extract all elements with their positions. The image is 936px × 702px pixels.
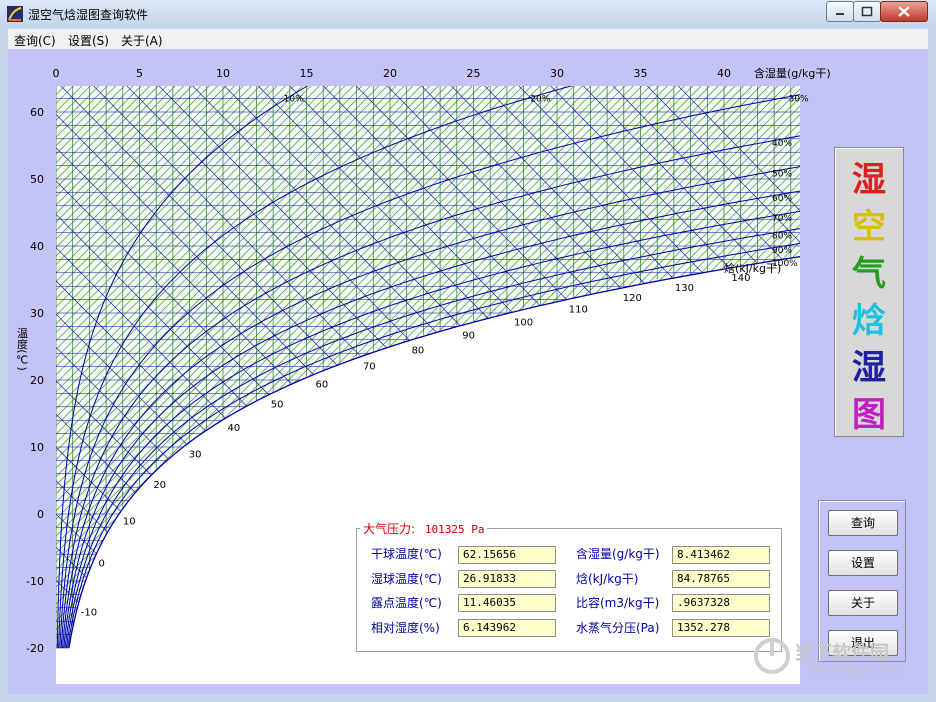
pressure-readout: 大气压力: 101325 Pa bbox=[360, 520, 488, 537]
rh-curve-label: 20% bbox=[530, 94, 550, 104]
menu-query[interactable]: 查询(C) bbox=[14, 32, 56, 49]
y-tick-label: 10 bbox=[30, 441, 44, 454]
relative-humidity-label: 相对湿度(%) bbox=[371, 621, 440, 635]
dew-point-value[interactable]: 11.46035 bbox=[458, 594, 556, 612]
x-tick-label: 25 bbox=[467, 67, 481, 80]
enthalpy-tick-label: 20 bbox=[153, 480, 166, 491]
enthalpy-tick-label: 0 bbox=[99, 559, 105, 570]
x-tick-label: 0 bbox=[53, 67, 60, 80]
logo-char-6: 图 bbox=[852, 395, 886, 435]
enthalpy-tick-label: 30 bbox=[189, 449, 202, 460]
rh-curve-label: 60% bbox=[772, 194, 792, 204]
settings-button[interactable]: 设置 bbox=[828, 550, 898, 576]
y-axis-label: 温度(℃) bbox=[16, 327, 29, 371]
y-tick-label: 40 bbox=[30, 240, 44, 253]
watermark-url: www.downxia.com bbox=[808, 665, 902, 676]
vapor-pressure-label: 水蒸气分压(Pa) bbox=[576, 621, 660, 635]
rh-curve-label: 30% bbox=[789, 94, 809, 104]
specific-volume-label: 比容(m3/kg干) bbox=[576, 596, 660, 610]
logo-char-1: 湿 bbox=[852, 160, 886, 200]
logo-char-3: 气 bbox=[852, 254, 886, 294]
maximize-icon bbox=[861, 6, 873, 17]
wet-bulb-value[interactable]: 26.91833 bbox=[458, 570, 556, 588]
enthalpy-value[interactable]: 84.78765 bbox=[672, 570, 770, 588]
logo-char-5: 湿 bbox=[852, 348, 886, 388]
x-axis-label: 含湿量(g/kg干) bbox=[754, 66, 831, 80]
rh-curve-label: 10% bbox=[284, 94, 304, 104]
logo-char-2: 空 bbox=[852, 207, 886, 247]
humidity-ratio-label: 含湿量(g/kg干) bbox=[576, 547, 660, 561]
enthalpy-tick-label: 70 bbox=[363, 362, 376, 373]
logo-char-4: 焓 bbox=[852, 301, 886, 341]
app-icon bbox=[7, 6, 23, 22]
minimize-button[interactable] bbox=[826, 1, 854, 22]
query-button[interactable]: 查询 bbox=[828, 510, 898, 536]
dry-bulb-label: 干球温度(℃) bbox=[371, 547, 442, 561]
rh-curve-label: 80% bbox=[772, 231, 792, 241]
x-tick-label: 5 bbox=[136, 67, 143, 80]
y-tick-label: 50 bbox=[30, 173, 44, 186]
relative-humidity-value[interactable]: 6.143962 bbox=[458, 619, 556, 637]
menu-about[interactable]: 关于(A) bbox=[121, 32, 163, 49]
enthalpy-tick-label: 40 bbox=[227, 423, 240, 434]
enthalpy-tick-label: 120 bbox=[623, 293, 642, 304]
enthalpy-tick-label: 90 bbox=[462, 331, 475, 342]
app-window: 湿空气焓湿图查询软件 查询(C) 设置(S) 关于(A) -10 0 10 20… bbox=[0, 0, 936, 702]
y-tick-label: 0 bbox=[37, 508, 44, 521]
y-tick-label: 20 bbox=[30, 374, 44, 387]
enthalpy-tick-label: 50 bbox=[271, 400, 284, 411]
x-tick-label: 40 bbox=[717, 67, 731, 80]
pressure-value: 101325 Pa bbox=[424, 523, 485, 536]
enthalpy-tick-label: 110 bbox=[569, 305, 588, 316]
y-tick-label: 30 bbox=[30, 307, 44, 320]
menu-bar: 查询(C) 设置(S) 关于(A) bbox=[8, 29, 928, 49]
enthalpy-axis-label: 焓(kJ/kg干) bbox=[724, 261, 781, 275]
watermark-text: 当下软件园 bbox=[794, 642, 890, 664]
logo-panel: 湿 空 气 焓 湿 图 bbox=[834, 147, 904, 437]
window-title: 湿空气焓湿图查询软件 bbox=[28, 8, 149, 22]
x-tick-label: 15 bbox=[300, 67, 314, 80]
minimize-icon bbox=[836, 13, 844, 15]
x-tick-label: 10 bbox=[216, 67, 230, 80]
x-tick-label: 20 bbox=[383, 67, 397, 80]
rh-curve-label: 90% bbox=[772, 246, 792, 256]
y-tick-label: -10 bbox=[26, 575, 44, 588]
enthalpy-tick-label: -10 bbox=[81, 607, 97, 618]
close-icon bbox=[898, 6, 910, 17]
dew-point-label: 露点温度(℃) bbox=[371, 596, 442, 610]
y-tick-label: -20 bbox=[26, 642, 44, 655]
dry-bulb-value[interactable]: 62.15656 bbox=[458, 546, 556, 564]
enthalpy-tick-label: 80 bbox=[412, 345, 425, 356]
x-tick-label: 35 bbox=[634, 67, 648, 80]
enthalpy-tick-label: 130 bbox=[675, 283, 694, 294]
x-tick-label: 30 bbox=[550, 67, 564, 80]
y-tick-label: 60 bbox=[30, 106, 44, 119]
enthalpy-tick-label: 10 bbox=[123, 516, 136, 527]
enthalpy-tick-label: 60 bbox=[316, 380, 329, 391]
rh-curve-label: 70% bbox=[772, 214, 792, 224]
enthalpy-label: 焓(kJ/kg干) bbox=[576, 572, 639, 586]
humidity-ratio-value[interactable]: 8.413462 bbox=[672, 546, 770, 564]
menu-settings[interactable]: 设置(S) bbox=[68, 32, 109, 49]
close-button[interactable] bbox=[880, 1, 928, 22]
title-bar[interactable]: 湿空气焓湿图查询软件 bbox=[0, 0, 936, 28]
specific-volume-value[interactable]: .9637328 bbox=[672, 594, 770, 612]
wet-bulb-label: 湿球温度(℃) bbox=[371, 572, 442, 586]
enthalpy-tick-label: 100 bbox=[514, 317, 533, 328]
rh-curve-label: 40% bbox=[772, 139, 792, 149]
pressure-label: 大气压力: bbox=[363, 522, 416, 536]
maximize-button[interactable] bbox=[853, 1, 881, 22]
rh-curve-label: 50% bbox=[772, 170, 792, 180]
about-button[interactable]: 关于 bbox=[828, 590, 898, 616]
